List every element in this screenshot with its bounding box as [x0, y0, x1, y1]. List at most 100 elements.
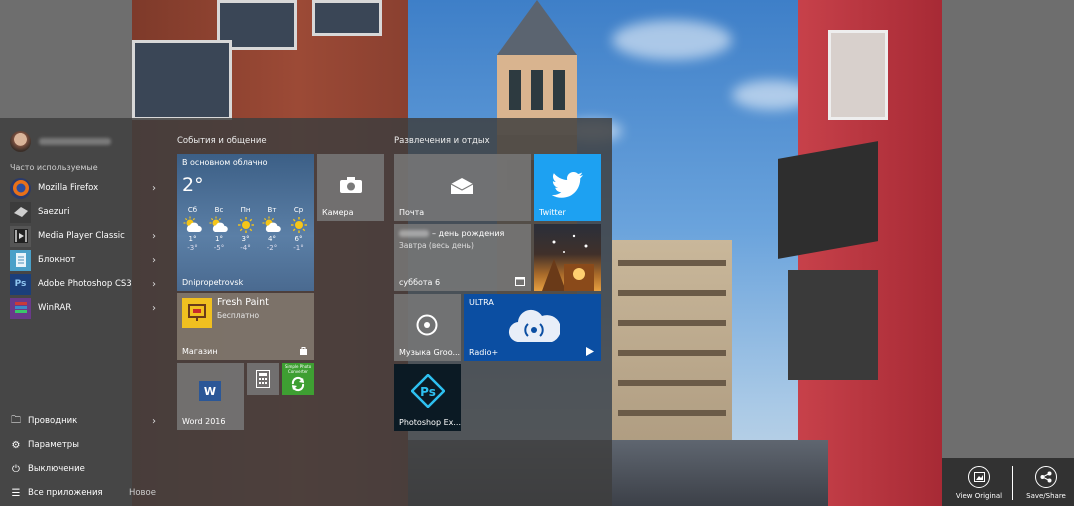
- weather-city: Dnipropetrovsk: [182, 278, 244, 287]
- radio-tile[interactable]: ULTRA Radio+: [464, 294, 601, 361]
- sun-icon: [287, 215, 310, 235]
- groove-music-tile[interactable]: Музыка Groo...: [394, 294, 461, 361]
- calendar-event-time: Завтра (весь день): [399, 241, 474, 250]
- forecast-day-name: Вс: [214, 206, 224, 214]
- app-item-photoshop[interactable]: Ps Adobe Photoshop CS3 ›: [10, 273, 156, 295]
- mail-label: Почта: [399, 208, 425, 217]
- group-title-social: События и общение: [177, 136, 267, 146]
- mail-icon: [451, 178, 473, 194]
- all-apps-label: Все приложения: [28, 488, 103, 498]
- forecast-day-name: Пн: [240, 206, 251, 214]
- chevron-right-icon[interactable]: ›: [146, 231, 156, 242]
- toolbar-divider: [1012, 466, 1013, 500]
- calendar-date: суббота 6: [399, 278, 441, 287]
- media-player-icon: [10, 225, 31, 247]
- folder-icon: 🗀: [11, 414, 21, 426]
- app-label: Media Player Classic: [38, 231, 125, 241]
- weather-tile[interactable]: В основном облачно 2° Сб 1° -3° Вс 1° -5° Пн 3°…: [177, 154, 314, 291]
- forecast-high: 6°: [294, 235, 303, 243]
- app-item-notepad[interactable]: Блокнот ›: [10, 249, 156, 271]
- camera-tile[interactable]: Камера: [317, 154, 384, 221]
- store-label: Магазин: [182, 347, 218, 356]
- power-item[interactable]: ⏻ Выключение: [10, 459, 156, 479]
- all-apps-item[interactable]: ☰ Все приложения Новое: [10, 483, 156, 503]
- save-share-button[interactable]: Save/Share: [1016, 466, 1074, 500]
- start-menu: Часто используемые Mozilla Firefox › Sae…: [0, 118, 612, 506]
- weather-condition: В основном облачно: [182, 158, 268, 167]
- store-app-price: Бесплатно: [217, 311, 260, 320]
- mail-tile[interactable]: Почта: [394, 154, 531, 221]
- settings-item[interactable]: ⚙ Параметры: [10, 435, 156, 455]
- photo-converter-tile[interactable]: Simple Photo Converter: [282, 363, 314, 395]
- app-item-media-player[interactable]: Media Player Classic ›: [10, 225, 156, 247]
- user-account[interactable]: [10, 130, 111, 152]
- twitter-tile[interactable]: Twitter: [534, 154, 601, 221]
- chevron-right-icon[interactable]: ›: [146, 255, 156, 266]
- forecast-day-name: Ср: [293, 206, 304, 214]
- chevron-right-icon[interactable]: ›: [146, 183, 156, 194]
- calculator-icon: [256, 370, 270, 388]
- forecast-low: -3°: [187, 244, 198, 252]
- firefox-icon: [10, 177, 31, 199]
- twitter-label: Twitter: [539, 208, 566, 217]
- word-label: Word 2016: [182, 417, 226, 426]
- forecast-day: Вс 1° -5°: [208, 206, 231, 253]
- weather-forecast: Сб 1° -3° Вс 1° -5° Пн 3° -4° Вт 4° -2° Ср 6° -1°: [181, 206, 310, 253]
- app-item-firefox[interactable]: Mozilla Firefox ›: [10, 177, 156, 199]
- photoshop-icon: Ps: [10, 273, 31, 295]
- forecast-high: 3°: [241, 235, 250, 243]
- settings-label: Параметры: [28, 440, 79, 450]
- partly-cloudy-icon: [181, 215, 204, 235]
- fresh-paint-icon: [182, 298, 212, 328]
- forecast-day: Вт 4° -2°: [261, 206, 284, 253]
- explorer-item[interactable]: 🗀 Проводник ›: [10, 411, 156, 431]
- calculator-tile[interactable]: [247, 363, 279, 395]
- photoshop-express-label: Photoshop Ex...: [399, 418, 461, 427]
- partly-cloudy-icon: [261, 215, 284, 235]
- forecast-low: -4°: [240, 244, 251, 252]
- forecast-high: 4°: [268, 235, 276, 243]
- store-tile[interactable]: Fresh Paint Бесплатно Магазин: [177, 293, 314, 360]
- winrar-icon: [10, 297, 31, 319]
- forecast-high: 1°: [215, 235, 223, 243]
- view-original-button[interactable]: View Original: [949, 466, 1009, 500]
- app-label: Saezuri: [38, 207, 70, 217]
- gear-icon: ⚙: [11, 439, 21, 451]
- word-icon: W: [199, 381, 221, 401]
- chevron-right-icon[interactable]: ›: [152, 416, 156, 427]
- blurred-contact-name: [399, 230, 429, 237]
- forecast-day-name: Вт: [267, 206, 277, 214]
- weather-temperature: 2°: [182, 174, 204, 196]
- app-item-saezuri[interactable]: Saezuri: [10, 201, 156, 223]
- photoshop-express-tile[interactable]: Ps Photoshop Ex...: [394, 364, 461, 431]
- photos-tile[interactable]: [534, 224, 601, 291]
- word-tile[interactable]: W Word 2016: [177, 363, 244, 430]
- chevron-right-icon[interactable]: ›: [146, 279, 156, 290]
- saezuri-icon: [10, 201, 31, 223]
- forecast-low: -5°: [213, 244, 225, 252]
- view-original-label: View Original: [955, 492, 1003, 500]
- forecast-day-name: Сб: [187, 206, 198, 214]
- calendar-icon: [515, 277, 525, 286]
- refresh-icon: [291, 376, 305, 392]
- forecast-day: Сб 1° -3°: [181, 206, 204, 253]
- forecast-low: -1°: [293, 244, 304, 252]
- music-label: Музыка Groo...: [399, 348, 461, 357]
- app-item-winrar[interactable]: WinRAR ›: [10, 297, 156, 319]
- calendar-tile[interactable]: – день рождения Завтра (весь день) суббо…: [394, 224, 531, 291]
- partly-cloudy-icon: [208, 215, 231, 235]
- shopping-bag-icon: [300, 347, 307, 355]
- app-label: Блокнот: [38, 255, 76, 265]
- camera-icon: [340, 177, 362, 193]
- app-label: Mozilla Firefox: [38, 183, 99, 193]
- start-left-column: Часто используемые Mozilla Firefox › Sae…: [0, 118, 166, 506]
- calendar-event-title: – день рождения: [432, 229, 505, 238]
- list-icon: ☰: [11, 487, 21, 499]
- forecast-day: Ср 6° -1°: [287, 206, 310, 253]
- calendar-event: – день рождения: [399, 229, 504, 238]
- chevron-right-icon[interactable]: ›: [146, 303, 156, 314]
- play-icon: [586, 347, 594, 356]
- forecast-day: Пн 3° -4°: [234, 206, 257, 253]
- most-used-label: Часто используемые: [10, 163, 98, 172]
- sun-icon: [234, 215, 257, 235]
